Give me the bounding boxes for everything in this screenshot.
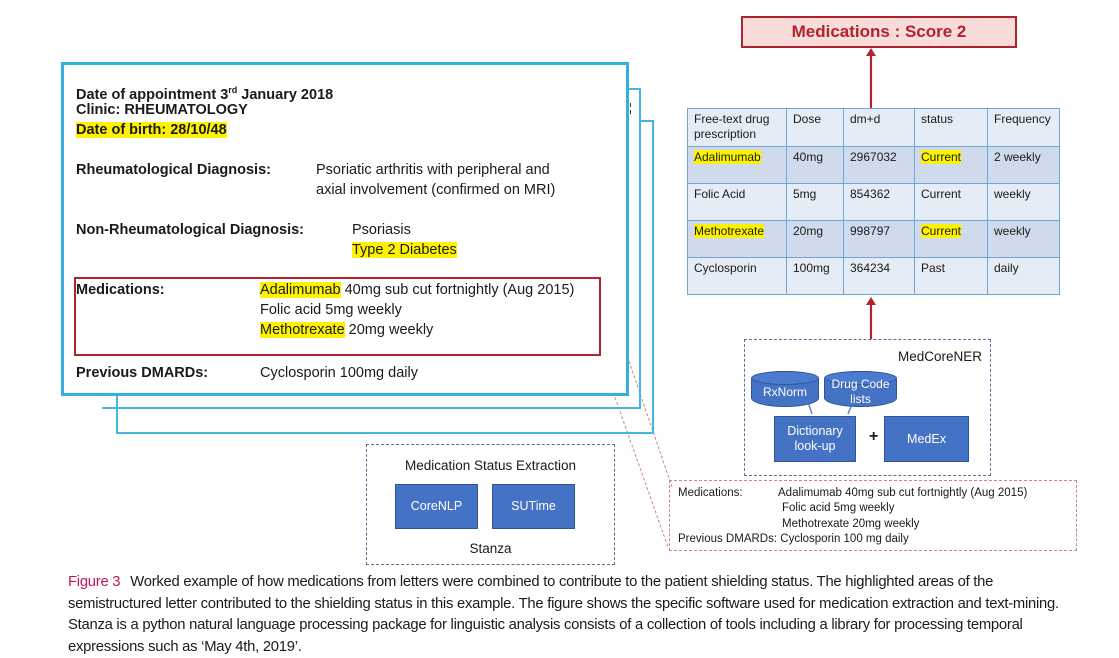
status-extraction-title: Medication Status Extraction [404,458,577,473]
caption-text: Worked example of how medications from l… [68,574,1059,655]
dictionary-lookup-box: Dictionary look-up [774,416,856,462]
sutime-box: SUTime [492,484,575,529]
nonrheum-diagnosis-line2: Type 2 Diabetes [352,242,457,258]
table-row: Cyclosporin 100mg 364234 Past daily [687,257,1060,295]
cell-dose: 100mg [786,257,844,295]
status-extraction-box: Medication Status Extraction CoreNLP SUT… [366,444,615,565]
nonrheum-diagnosis-line1: Psoriasis [352,222,411,238]
cell-dose: 40mg [786,146,844,184]
previous-dmards-label: Previous DMARDs: [76,365,209,381]
corenlp-box: CoreNLP [395,484,478,529]
table-header-row: Free-text drug prescription Dose dm+d st… [687,108,1060,147]
drug-methotrexate: Methotrexate [260,322,345,338]
rxnorm-database-icon: RxNorm [751,371,819,407]
cell-frequency: weekly [987,220,1060,258]
medcorener-box: MedCoreNER RxNorm Drug Code lists Dictio… [744,339,991,476]
extract-line-1: Adalimumab 40mg sub cut fortnightly (Aug… [778,487,1028,499]
cell-frequency: daily [987,257,1060,295]
medications-score-box: Medications : Score 2 [741,16,1017,48]
score-label: Medications : Score 2 [791,22,967,41]
rxnorm-label: RxNorm [763,384,807,399]
medex-box: MedEx [884,416,969,462]
cell-dmd: 2967032 [843,146,915,184]
plus-sign: + [869,428,879,445]
medcorener-title: MedCoreNER [897,349,982,364]
cell-drug: Adalimumab [694,150,761,164]
nonrheum-diagnosis-label: Non-Rheumatological Diagnosis: [76,222,304,238]
cell-dmd: 364234 [843,257,915,295]
drug-adalimumab: Adalimumab [260,282,341,298]
cell-drug: Cyclosporin [687,257,787,295]
extract-line-3: Methotrexate 20mg weekly [782,518,920,530]
rheum-diagnosis-line2: axial involvement (confirmed on MRI) [316,182,556,198]
extracted-text-box: Medications: Adalimumab 40mg sub cut for… [669,480,1077,551]
cell-frequency: 2 weekly [987,146,1060,184]
rheum-diagnosis-line1: Psoriatic arthritis with peripheral and [316,162,550,178]
header-dmd: dm+d [843,108,915,147]
cell-dmd: 998797 [843,220,915,258]
cell-status: Past [914,257,988,295]
cell-dose: 5mg [786,183,844,221]
clinic-name: Clinic: RHEUMATOLOGY [76,102,248,118]
cell-status: Current [921,150,962,164]
medication-table: Free-text drug prescription Dose dm+d st… [687,108,1060,295]
sheet-edge-2 [641,120,654,122]
extract-medications-label: Medications: [678,487,743,499]
stanza-label: Stanza [469,541,512,556]
medication-line-3: Methotrexate 20mg weekly [260,322,434,338]
cell-drug: Methotrexate [694,224,765,238]
cell-frequency: weekly [987,183,1060,221]
rheum-diagnosis-label: Rheumatological Diagnosis: [76,162,271,178]
medications-label: Medications: [76,282,165,298]
header-status: status [914,108,988,147]
figure-caption: Figure 3 Worked example of how medication… [68,572,1068,658]
drug-code-lists-database-icon: Drug Code lists [824,371,897,407]
header-frequency: Frequency [987,108,1060,147]
extract-line-2: Folic acid 5mg weekly [782,502,895,514]
clinic-letter: Date of appointment 3rd January 2018 Cli… [61,62,629,396]
drug-code-lists-label: Drug Code lists [831,377,890,406]
arrow-head-score [866,48,876,56]
cell-drug: Folic Acid [687,183,787,221]
date-of-birth: Date of birth: 28/10/48 [76,122,227,138]
cell-status: Current [914,183,988,221]
header-dose: Dose [786,108,844,147]
sheet-mark [630,103,631,107]
table-row: Adalimumab 40mg 2967032 Current 2 weekly [687,146,1060,184]
cell-status: Current [921,224,962,238]
cell-dose: 20mg [786,220,844,258]
header-drug: Free-text drug prescription [687,108,787,147]
medication-line-2: Folic acid 5mg weekly [260,302,402,318]
figure-label: Figure 3 [68,574,121,590]
table-row: Folic Acid 5mg 854362 Current weekly [687,183,1060,221]
previous-dmards-value: Cyclosporin 100mg daily [260,365,418,381]
table-row: Methotrexate 20mg 998797 Current weekly [687,220,1060,258]
medication-line-1: Adalimumab 40mg sub cut fortnightly (Aug… [260,282,575,298]
extract-dmards: Previous DMARDs: Cyclosporin 100 mg dail… [678,533,909,545]
arrow-head-table [866,297,876,305]
cell-dmd: 854362 [843,183,915,221]
sheet-mark-2 [630,110,631,114]
